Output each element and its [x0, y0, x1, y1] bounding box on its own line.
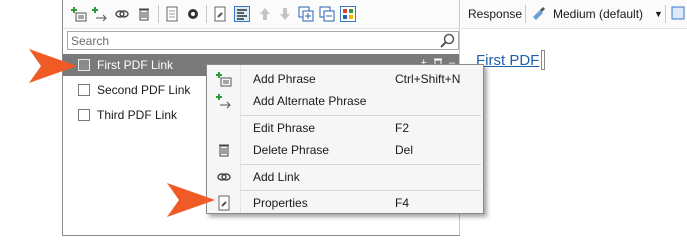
color-grid-icon[interactable]	[340, 6, 356, 22]
menu-item-label: Edit Phrase	[253, 121, 316, 135]
response-label[interactable]: Response	[468, 7, 522, 21]
row-checkbox[interactable]	[78, 84, 90, 96]
medium-dropdown[interactable]: Medium (default)	[553, 7, 643, 21]
add-phrase-icon	[216, 71, 232, 87]
callout-arrow-icon	[29, 49, 77, 83]
view-icon[interactable]	[185, 6, 201, 22]
link-text[interactable]: First PDF	[476, 52, 539, 69]
editor-pane: Response Medium (default) ▼	[461, 0, 687, 245]
row-checkbox[interactable]	[78, 109, 90, 121]
properties-icon[interactable]	[212, 6, 228, 22]
toolbar-separator	[158, 5, 159, 23]
menu-item-label: Properties	[253, 196, 308, 210]
menu-item-label: Add Link	[253, 170, 300, 184]
menu-item-shortcut: F2	[395, 121, 410, 135]
voice-icon[interactable]	[531, 5, 547, 24]
callout-arrow-icon	[167, 183, 215, 217]
move-down-icon[interactable]	[277, 6, 293, 22]
list-view-icon[interactable]	[234, 6, 250, 22]
trash-icon	[216, 142, 232, 158]
menu-item-label: Add Alternate Phrase	[253, 94, 367, 108]
menu-item-shortcut: Ctrl+Shift+N	[395, 72, 461, 86]
menu-separator	[241, 115, 481, 116]
menu-item-edit-phrase[interactable]: Edit Phrase F2	[207, 117, 483, 139]
editor-toolbar: Response Medium (default) ▼	[461, 0, 687, 29]
toolbar-separator	[206, 5, 207, 23]
context-menu: Add Phrase Ctrl+Shift+N Add Alternate Ph…	[206, 64, 484, 214]
text-cursor-handle	[541, 50, 545, 70]
link-icon	[216, 169, 232, 185]
menu-item-add-alternate-phrase[interactable]: Add Alternate Phrase	[207, 90, 483, 112]
phrases-toolbar	[63, 0, 459, 29]
document-icon[interactable]	[164, 6, 180, 22]
add-link-icon[interactable]	[114, 6, 130, 22]
menu-item-properties[interactable]: Properties F4	[207, 192, 483, 214]
expand-all-icon[interactable]	[298, 6, 314, 22]
menu-item-label: Delete Phrase	[253, 143, 330, 157]
add-phrase-icon[interactable]	[71, 6, 87, 22]
delete-icon[interactable]	[136, 6, 152, 22]
menu-item-add-phrase[interactable]: Add Phrase Ctrl+Shift+N	[207, 68, 483, 90]
collapse-all-icon[interactable]	[319, 6, 335, 22]
chevron-down-icon[interactable]: ▼	[654, 9, 663, 19]
toolbar-separator	[525, 5, 526, 23]
add-alternate-phrase-icon[interactable]	[92, 6, 108, 22]
menu-item-shortcut: F4	[395, 196, 410, 210]
edit-mode-icon[interactable]	[671, 6, 685, 23]
menu-separator	[241, 164, 481, 165]
toolbar-separator	[665, 5, 666, 23]
menu-item-shortcut: Del	[395, 143, 414, 157]
properties-icon	[216, 195, 232, 211]
menu-item-delete-phrase[interactable]: Delete Phrase Del	[207, 139, 483, 161]
search-placeholder: Search	[71, 34, 110, 48]
menu-item-label: Add Phrase	[253, 72, 316, 86]
link-label: Third PDF Link	[97, 108, 178, 122]
move-up-icon[interactable]	[257, 6, 273, 22]
search-icon[interactable]	[440, 33, 455, 51]
search-input[interactable]: Search	[67, 31, 459, 50]
add-alternate-phrase-icon	[216, 93, 232, 109]
menu-item-add-link[interactable]: Add Link	[207, 166, 483, 188]
link-label: First PDF Link	[97, 58, 174, 72]
link-label: Second PDF Link	[97, 83, 191, 97]
row-checkbox[interactable]	[78, 59, 90, 71]
menu-separator	[241, 190, 481, 191]
